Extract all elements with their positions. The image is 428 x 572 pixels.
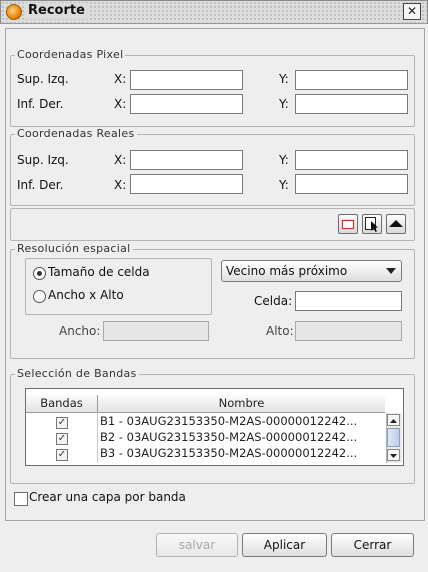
- scroll-up-icon: [390, 419, 397, 423]
- pixel-sup-y-input[interactable]: [295, 70, 408, 90]
- pixel-coords-group: [10, 55, 415, 127]
- window-title: Recorte: [24, 3, 89, 19]
- column-divider: [97, 412, 98, 462]
- triangle-up-icon: [389, 220, 403, 227]
- chevron-down-icon: [386, 268, 396, 274]
- pixel-coords-legend: Coordenadas Pixel: [15, 48, 126, 61]
- close-window-button[interactable]: ✕: [403, 3, 421, 20]
- close-button[interactable]: Cerrar: [331, 533, 414, 557]
- one-layer-per-band-checkbox[interactable]: [14, 492, 28, 506]
- real-sup-y-label: Y:: [279, 153, 289, 167]
- celda-input[interactable]: [295, 291, 402, 311]
- ancho-input: [103, 321, 209, 341]
- rectangle-select-button[interactable]: [338, 214, 358, 234]
- pixel-inf-y-label: Y:: [279, 97, 289, 111]
- real-inf-der-label: Inf. Der.: [17, 178, 64, 192]
- bands-legend: Selección de Bandas: [15, 367, 139, 380]
- resolution-legend: Resolución espacial: [15, 242, 133, 255]
- width-height-option-label: Ancho x Alto: [48, 288, 124, 302]
- pixel-sup-x-label: X:: [114, 72, 127, 86]
- pixel-sup-y-label: Y:: [279, 72, 289, 86]
- band-3-name[interactable]: B3 - 03AUG23153350-M2AS-00000012242...: [100, 445, 384, 461]
- band-2-name[interactable]: B2 - 03AUG23153350-M2AS-00000012242...: [100, 429, 384, 445]
- collapse-button[interactable]: [386, 214, 406, 234]
- column-header-bandas[interactable]: Bandas: [26, 395, 98, 413]
- app-icon: [6, 4, 22, 20]
- save-button[interactable]: salvar: [156, 533, 238, 557]
- alto-label: Alto:: [266, 324, 294, 338]
- pixel-inf-der-label: Inf. Der.: [17, 97, 64, 111]
- pixel-inf-y-input[interactable]: [295, 94, 408, 114]
- scroll-thumb[interactable]: [387, 428, 400, 447]
- pixel-inf-x-input[interactable]: [130, 94, 243, 114]
- real-inf-y-label: Y:: [279, 178, 289, 192]
- rectangle-select-icon: [341, 219, 355, 230]
- one-layer-per-band-label: Crear una capa por banda: [29, 490, 186, 504]
- pixel-inf-x-label: X:: [114, 97, 127, 111]
- pixel-sup-x-input[interactable]: [130, 70, 243, 90]
- band-3-checkbox[interactable]: ✓: [56, 449, 68, 461]
- band-1-checkbox[interactable]: ✓: [56, 417, 68, 429]
- real-sup-izq-label: Sup. Izq.: [17, 153, 69, 167]
- scroll-down-icon: [390, 454, 397, 458]
- real-sup-y-input[interactable]: [295, 150, 408, 170]
- column-header-nombre[interactable]: Nombre: [98, 395, 385, 413]
- alto-input: [295, 321, 402, 341]
- ancho-label: Ancho:: [59, 324, 101, 338]
- celda-label: Celda:: [254, 294, 293, 308]
- scroll-down-button[interactable]: [387, 449, 400, 461]
- band-1-name[interactable]: B1 - 03AUG23153350-M2AS-00000012242...: [100, 413, 384, 429]
- real-sup-x-label: X:: [114, 153, 127, 167]
- pointer-select-button[interactable]: [362, 214, 382, 234]
- pointer-select-icon: [365, 217, 378, 232]
- real-coords-legend: Coordenadas Reales: [15, 127, 137, 140]
- width-height-radio[interactable]: [33, 290, 46, 303]
- cell-size-radio[interactable]: [33, 267, 46, 280]
- real-sup-x-input[interactable]: [130, 150, 243, 170]
- pixel-sup-izq-label: Sup. Izq.: [17, 72, 69, 86]
- cell-size-option-label: Tamaño de celda: [48, 265, 150, 279]
- interpolation-value: Vecino más próximo: [226, 264, 348, 278]
- real-inf-x-label: X:: [114, 178, 127, 192]
- real-inf-x-input[interactable]: [130, 174, 243, 194]
- band-2-checkbox[interactable]: ✓: [56, 433, 68, 445]
- apply-button[interactable]: Aplicar: [242, 533, 327, 557]
- scroll-up-button[interactable]: [387, 414, 400, 426]
- real-coords-group: [10, 134, 415, 206]
- interpolation-select[interactable]: Vecino más próximo: [221, 260, 402, 282]
- real-inf-y-input[interactable]: [295, 174, 408, 194]
